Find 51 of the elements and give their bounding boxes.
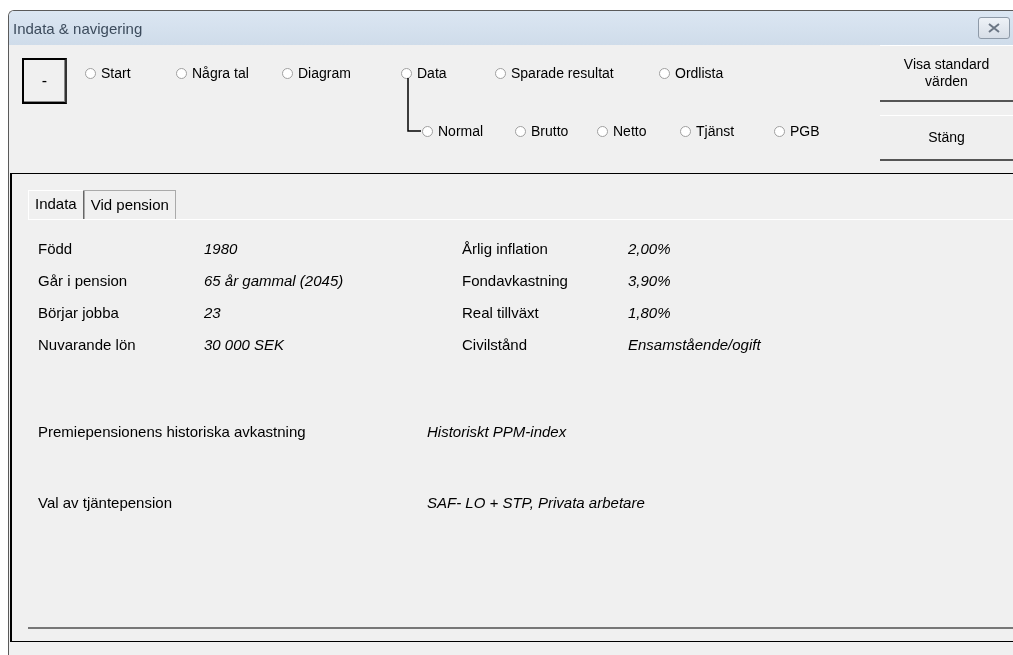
- field-label: Val av tjäntepension: [38, 494, 173, 511]
- radio-button[interactable]: [597, 125, 608, 137]
- window-title: Indata & navigering: [13, 19, 143, 37]
- tab[interactable]: Vid pension: [83, 190, 176, 219]
- collapse-button[interactable]: -: [22, 58, 67, 104]
- radio-button[interactable]: [401, 67, 412, 79]
- radio-option[interactable]: Ordlista: [659, 63, 724, 83]
- field-value[interactable]: Historiskt PPM-index: [427, 423, 567, 440]
- close-dialog-button[interactable]: Stäng: [880, 115, 1013, 161]
- radio-option[interactable]: Normal: [422, 121, 515, 141]
- field-label: Civilstånd: [462, 336, 529, 353]
- field-label: Årlig inflation: [462, 240, 549, 257]
- radio-button[interactable]: [515, 125, 526, 137]
- field-label: Nuvarande lön: [38, 336, 137, 353]
- field-value[interactable]: 65 år gammal (2045): [204, 272, 344, 289]
- radio-button[interactable]: [774, 125, 785, 137]
- radio-option[interactable]: Några tal: [176, 63, 282, 83]
- field-label: Går i pension: [38, 272, 129, 289]
- radio-button[interactable]: [680, 125, 691, 137]
- field-value[interactable]: 1980: [204, 240, 238, 257]
- field-label: Född: [38, 240, 74, 257]
- radio-option[interactable]: Data: [401, 63, 495, 83]
- radio-button[interactable]: [85, 67, 96, 79]
- radio-button[interactable]: [282, 67, 293, 79]
- field-value[interactable]: 30 000 SEK: [204, 336, 285, 353]
- radio-option[interactable]: Start: [85, 63, 176, 83]
- tree-connector: [407, 78, 421, 132]
- radio-button[interactable]: [176, 67, 187, 79]
- radio-button[interactable]: [659, 67, 670, 79]
- field-value[interactable]: 2,00%: [628, 240, 671, 257]
- field-value[interactable]: 3,90%: [628, 272, 671, 289]
- radio-option[interactable]: Brutto: [515, 121, 597, 141]
- field-value[interactable]: 1,80%: [628, 304, 671, 321]
- field-value[interactable]: 23: [204, 304, 221, 321]
- field-value[interactable]: SAF- LO + STP, Privata arbetare: [427, 494, 645, 511]
- radio-option[interactable]: Tjänst: [680, 121, 774, 141]
- close-icon: [988, 23, 1000, 33]
- radio-option[interactable]: Diagram: [282, 63, 401, 83]
- field-label: Premiepensionens historiska avkastning: [38, 423, 307, 440]
- radio-option[interactable]: PGB: [774, 121, 820, 141]
- field-label: Börjar jobba: [38, 304, 120, 321]
- field-label: Fondavkastning: [462, 272, 569, 289]
- show-defaults-button[interactable]: Visa standard värden: [880, 45, 1013, 102]
- field-label: Real tillväxt: [462, 304, 540, 321]
- close-button[interactable]: [978, 17, 1010, 39]
- radio-option[interactable]: Sparade resultat: [495, 63, 659, 83]
- tab[interactable]: Indata: [28, 190, 84, 219]
- radio-button[interactable]: [422, 125, 433, 137]
- radio-button[interactable]: [495, 67, 506, 79]
- radio-option[interactable]: Netto: [597, 121, 680, 141]
- field-value[interactable]: Ensamstående/ogift: [628, 336, 761, 353]
